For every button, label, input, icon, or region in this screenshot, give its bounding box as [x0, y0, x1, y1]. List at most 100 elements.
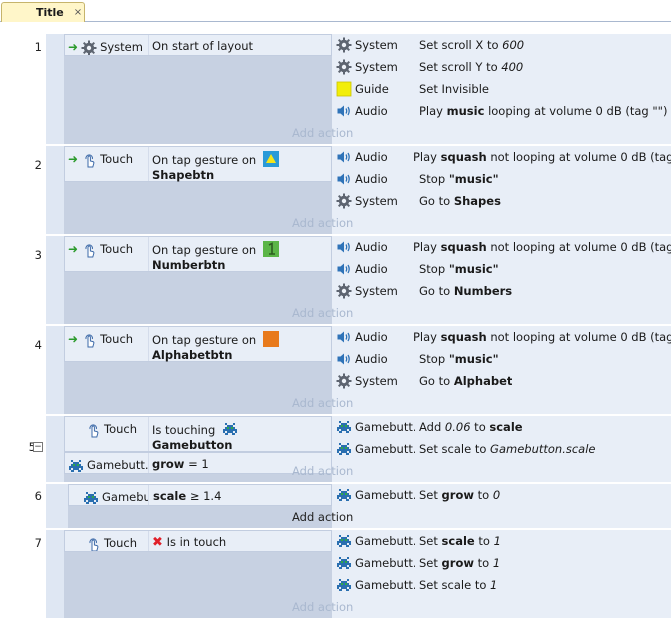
condition-object: ➜ Touch — [65, 327, 149, 361]
condition-text: grow = 1 — [152, 457, 209, 471]
add-action-link[interactable]: Add action — [292, 126, 353, 140]
add-action-link[interactable]: Add action — [292, 464, 353, 478]
event-margin[interactable] — [46, 530, 64, 618]
event-number: 7 — [34, 536, 42, 550]
orange-square-thumbnail-icon — [262, 331, 279, 347]
object-name: Gamebutt... — [355, 556, 415, 570]
action-row[interactable]: System Go to Numbers — [332, 280, 671, 302]
action-row[interactable]: Guide Set Invisible — [332, 78, 671, 100]
condition-row[interactable]: ➜ Touch On tap gesture on Shapebtn — [64, 146, 332, 182]
add-action-link[interactable]: Add action — [292, 216, 353, 230]
object-name: Touch — [104, 536, 138, 550]
object-name: Gamebutt... — [355, 488, 415, 502]
add-action-link[interactable]: Add action — [292, 396, 353, 410]
event-margin[interactable] — [46, 146, 64, 234]
tab-title-label: Title — [36, 6, 64, 19]
condition-object: Gamebutt... — [69, 485, 149, 505]
action-text: Play music looping at volume 0 dB (tag "… — [419, 104, 668, 118]
add-action-link[interactable]: Add action — [292, 600, 353, 614]
collapse-toggle[interactable]: − — [33, 442, 43, 452]
add-action-link[interactable]: Add action — [292, 510, 353, 524]
action-row[interactable]: Audio Stop "music" — [332, 258, 671, 280]
action-row[interactable]: Audio Play squash not looping at volume … — [332, 326, 671, 348]
action-row[interactable]: Gamebutt... Set scale to Gamebutton.scal… — [332, 438, 671, 460]
action-row[interactable]: System Go to Alphabet — [332, 370, 671, 392]
close-icon[interactable]: × — [74, 7, 82, 18]
speaker-icon — [336, 171, 352, 187]
action-row[interactable]: Gamebutt... Set grow to 1 — [332, 552, 671, 574]
speaker-icon — [336, 351, 352, 367]
condition-row[interactable]: ➜ Touch On tap gesture on Alphabetbtn — [64, 326, 332, 362]
speaker-icon — [336, 329, 352, 345]
action-text: Add 0.06 to scale — [419, 420, 523, 434]
tab-title[interactable]: Title × — [1, 2, 85, 22]
event-block-2[interactable]: ➜ Touch On tap gesture on Shapebtn Audio… — [46, 146, 671, 234]
gear-icon — [336, 373, 352, 389]
action-row[interactable]: System Set scroll Y to 400 — [332, 56, 671, 78]
event-block-4[interactable]: ➜ Touch On tap gesture on Alphabetbtn Au… — [46, 326, 671, 414]
green-arrow-icon: ➜ — [68, 242, 79, 256]
action-row[interactable]: Audio Stop "music" — [332, 348, 671, 370]
condition-row[interactable]: ➜ System On start of layout — [64, 34, 332, 56]
action-row[interactable]: System Set scroll X to 600 — [332, 34, 671, 56]
action-text: Stop "music" — [419, 262, 499, 276]
event-block-6[interactable]: Gamebutt... scale ≥ 1.4 Gamebutt... Set … — [46, 484, 671, 528]
gear-icon — [81, 40, 97, 55]
space-invader-icon — [68, 458, 84, 473]
event-margin[interactable] — [46, 326, 64, 414]
object-name: Gamebutt... — [355, 442, 415, 456]
action-row[interactable]: Audio Play squash not looping at volume … — [332, 236, 671, 258]
object-name: System — [355, 60, 398, 74]
event-block-1[interactable]: ➜ System On start of layout System Set s… — [46, 34, 671, 144]
action-row[interactable]: Gamebutt... Set grow to 0 — [332, 484, 671, 506]
condition-row[interactable]: ➜ Touch On tap gesture on Numberbtn — [64, 236, 332, 272]
action-text: Play squash not looping at volume 0 dB (… — [413, 330, 671, 344]
object-name: System — [355, 284, 398, 298]
event-margin[interactable] — [46, 416, 64, 482]
action-row[interactable]: Gamebutt... Set scale to 1 — [332, 530, 671, 552]
red-x-icon: ✖ — [152, 535, 163, 550]
green-arrow-icon: ➜ — [68, 152, 79, 166]
object-name: System — [355, 194, 398, 208]
add-action-link[interactable]: Add action — [292, 306, 353, 320]
space-invader-icon — [83, 490, 99, 505]
action-row[interactable]: Audio Play music looping at volume 0 dB … — [332, 100, 671, 122]
space-invader-icon — [336, 419, 352, 435]
action-text: Stop "music" — [419, 352, 499, 366]
finger-touch-icon — [85, 422, 101, 438]
action-text: Play squash not looping at volume 0 dB (… — [413, 150, 671, 164]
object-name: Touch — [100, 152, 134, 166]
event-number: 4 — [34, 338, 42, 352]
event-number: 3 — [34, 248, 42, 262]
action-row[interactable]: Gamebutt... Set scale to 1 — [332, 574, 671, 596]
action-text: Set scroll X to 600 — [419, 38, 525, 52]
object-name: Gamebutt... — [355, 534, 415, 548]
event-margin[interactable] — [46, 34, 64, 144]
object-name: Audio — [355, 330, 388, 344]
finger-touch-icon — [81, 152, 97, 168]
condition-row[interactable]: Touch ✖ Is in touch — [64, 530, 332, 552]
gear-icon — [336, 193, 352, 209]
object-name: Guide — [355, 82, 389, 96]
action-row[interactable]: Gamebutt... Add 0.06 to scale — [332, 416, 671, 438]
condition-text: On tap gesture on Shapebtn — [152, 151, 279, 183]
object-name: Audio — [355, 352, 388, 366]
action-row[interactable]: Audio Play squash not looping at volume … — [332, 146, 671, 168]
event-block-5[interactable]: Touch Is touching Gamebutton Gamebutt...… — [46, 416, 671, 482]
speaker-icon — [336, 239, 352, 255]
action-row[interactable]: Audio Stop "music" — [332, 168, 671, 190]
condition-row[interactable]: Gamebutt... scale ≥ 1.4 — [68, 484, 332, 506]
object-name: Touch — [100, 332, 134, 346]
event-block-3[interactable]: ➜ Touch On tap gesture on Numberbtn Audi… — [46, 236, 671, 324]
event-margin[interactable] — [46, 484, 64, 528]
action-row[interactable]: System Go to Shapes — [332, 190, 671, 212]
event-block-7[interactable]: Touch ✖ Is in touch Gamebutt... Set scal… — [46, 530, 671, 618]
event-margin[interactable] — [46, 236, 64, 324]
space-invader-icon — [336, 487, 352, 503]
action-text: Set scale to Gamebutton.scale — [419, 442, 596, 456]
action-text: Play squash not looping at volume 0 dB (… — [413, 240, 671, 254]
condition-row[interactable]: Touch Is touching Gamebutton — [64, 416, 332, 452]
gear-icon — [336, 283, 352, 299]
event-number: 1 — [34, 40, 42, 54]
event-number: 6 — [34, 489, 42, 503]
